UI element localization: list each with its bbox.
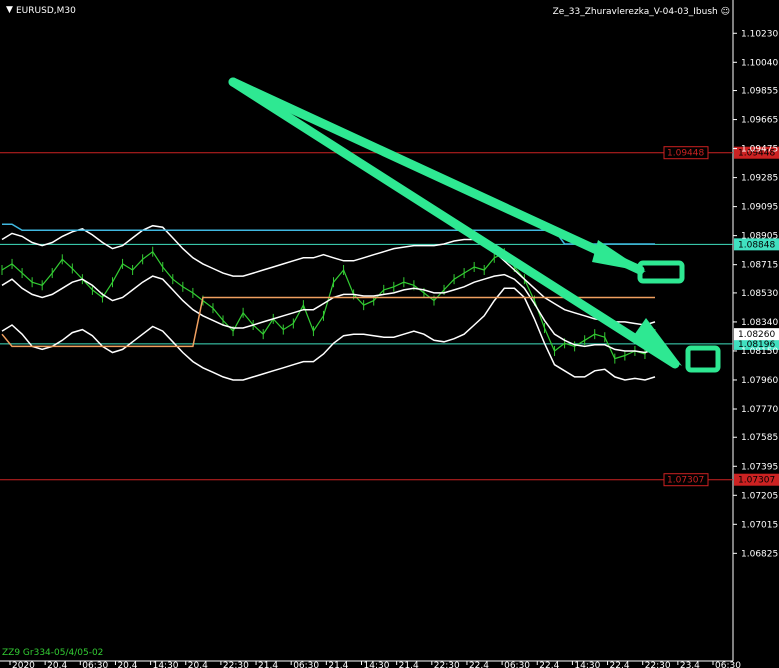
smiley-icon: ☺ <box>721 6 730 17</box>
y-tick-label: 1.09095 <box>741 203 778 213</box>
triangle-down-icon[interactable]: ▼ <box>6 5 13 15</box>
y-tick-label: 1.09475 <box>741 145 778 155</box>
time-axis: 2020 20.4 06:30 20.4 14:30 20.4 22:30 21.4 06:30… <box>9 661 741 668</box>
y-tick-label: 1.07585 <box>741 433 778 443</box>
bottom-left-label: ZZ9 Gr334-05/4/05-02 <box>2 648 103 658</box>
y-tick-label: 1.09855 <box>741 87 778 97</box>
x-tick-label: 20.4 <box>188 661 208 668</box>
x-tick-label: 21.4 <box>399 661 419 668</box>
x-tick-label: 06:30 <box>293 661 319 668</box>
x-tick-label: 14:30 <box>364 661 390 668</box>
x-tick-label: 14:30 <box>574 661 600 668</box>
y-tick-label: 1.08905 <box>741 232 778 242</box>
y-tick-label: 1.08530 <box>741 289 778 299</box>
y-tick-label: 1.09665 <box>741 116 778 126</box>
price-axis-level-label: 1.08848 <box>738 240 775 250</box>
y-tick-label: 1.07770 <box>741 405 778 415</box>
y-tick-label: 1.07960 <box>741 376 778 386</box>
symbol-label: EURUSD,M30 <box>16 6 76 16</box>
x-tick-label: 21.4 <box>328 661 348 668</box>
level-box-label: 1.07307 <box>667 476 704 486</box>
x-tick-label: 2020 <box>12 661 35 668</box>
x-tick-label: 23.4 <box>680 661 700 668</box>
x-tick-label: 22.4 <box>610 661 630 668</box>
x-tick-label: 20.4 <box>47 661 67 668</box>
y-tick-label: 1.06825 <box>741 549 778 559</box>
y-tick-label: 1.08150 <box>741 347 778 357</box>
x-tick-label: 06:30 <box>715 661 741 668</box>
x-tick-label: 22:30 <box>434 661 460 668</box>
y-tick-label: 1.08340 <box>741 318 778 328</box>
y-tick-label: 1.07015 <box>741 520 778 530</box>
chart-canvas[interactable]: 1.09448 1.094481.088481.081961.07307 1.073… <box>0 0 779 668</box>
x-tick-label: 22:30 <box>645 661 671 668</box>
y-tick-label: 1.07395 <box>741 462 778 472</box>
x-tick-label: 21.4 <box>258 661 278 668</box>
current-price-label: 1.08260 <box>738 330 775 340</box>
x-tick-label: 22.4 <box>539 661 559 668</box>
x-tick-label: 14:30 <box>153 661 179 668</box>
x-tick-label: 22:30 <box>223 661 249 668</box>
indicator-label: Ze_33_Zhuravlerezka_V-04-03_Ibush ☺ <box>553 6 730 17</box>
price-axis-level-label: 1.07307 <box>738 476 775 486</box>
y-tick-label: 1.07205 <box>741 491 778 501</box>
x-tick-label: 06:30 <box>82 661 108 668</box>
indicator-name: Ze_33_Zhuravlerezka_V-04-03_Ibush <box>553 7 718 17</box>
level-box-label: 1.09448 <box>667 149 704 159</box>
y-tick-label: 1.10230 <box>741 29 778 39</box>
y-tick-label: 1.10040 <box>741 58 778 68</box>
x-tick-label: 22.4 <box>469 661 489 668</box>
y-tick-label: 1.08715 <box>741 261 778 271</box>
y-tick-label: 1.09285 <box>741 174 778 184</box>
x-tick-label: 06:30 <box>504 661 530 668</box>
x-tick-label: 20.4 <box>117 661 137 668</box>
